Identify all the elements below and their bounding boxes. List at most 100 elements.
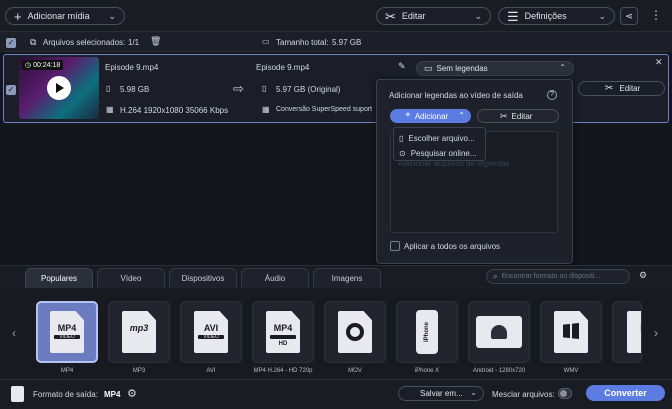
mp4-hd-icon-sub: HD: [278, 341, 288, 347]
tab-audio[interactable]: Áudio: [241, 268, 309, 288]
superspeed-icon: ▦: [262, 105, 270, 114]
settings-label: Definições: [524, 11, 567, 21]
chevron-up-icon: ⌃: [458, 111, 465, 120]
add-media-label: Adicionar mídia: [27, 11, 90, 21]
chevron-up-icon: ⌃: [559, 63, 566, 72]
mp4-icon-sub: VIDEO: [59, 334, 75, 340]
output-filename: Episode 9.mp4: [256, 63, 310, 72]
rename-icon[interactable]: ✎: [398, 61, 406, 72]
format-tile-mov[interactable]: [324, 301, 386, 363]
tab-popular[interactable]: Populares: [25, 268, 93, 288]
plus-icon: +: [405, 110, 411, 121]
iphone-icon-text: iPhone: [423, 321, 430, 343]
format-tile-partial[interactable]: M: [612, 301, 642, 363]
scroll-right-arrow[interactable]: ›: [654, 326, 658, 340]
format-label-wmv: WMV: [563, 368, 579, 374]
format-search-input[interactable]: ⌕ Encontrar formato ou dispositi...: [486, 269, 630, 284]
settings-button[interactable]: ☰ Definições ⌄: [498, 7, 615, 25]
output-settings-icon[interactable]: ⚙: [127, 387, 137, 400]
mp4-icon-text: MP4: [57, 323, 77, 333]
chevron-down-icon: ⌄: [474, 11, 482, 21]
share-icon: ⋖: [625, 10, 633, 21]
wmv-file-icon: [554, 311, 588, 353]
format-tile-mp4-hd[interactable]: MP4 HD: [252, 301, 314, 363]
subtitles-dropdown[interactable]: ▭ Sem legendas ⌃: [416, 61, 574, 76]
menu-button[interactable]: ⋮: [649, 9, 663, 23]
add-media-button[interactable]: + Adicionar mídia ⌄: [5, 7, 125, 25]
total-size-label: Tamanho total:: [276, 38, 329, 47]
output-file-icon: ▯: [262, 84, 267, 93]
remove-file-icon[interactable]: ✕: [655, 57, 663, 68]
format-settings-icon[interactable]: ⚙: [639, 270, 647, 281]
file-icon: ▯: [106, 84, 111, 93]
format-tile-wmv[interactable]: [540, 301, 602, 363]
avi-file-icon: AVI VIDEO: [194, 311, 228, 353]
chevron-down-icon: ⌄: [598, 11, 606, 21]
file-edit-button[interactable]: ✂ Editar: [578, 81, 665, 96]
menu-item-choose-file[interactable]: ▯ Escolher arquivo...: [399, 132, 483, 144]
subtitle-edit-button[interactable]: ✂ Editar: [477, 109, 559, 123]
mp3-icon-text: mp3: [129, 323, 149, 333]
format-label-iphone: iPhone X: [414, 368, 440, 374]
android-icon: [491, 325, 507, 339]
windows-logo-icon: [563, 323, 579, 339]
merge-files-label: Mesclar arquivos:: [492, 390, 555, 399]
format-label-mp3: MP3: [132, 368, 146, 374]
add-subtitle-button[interactable]: + Adicionar ⌃: [390, 109, 471, 123]
edit-toolbar-button[interactable]: ✂ Editar ⌄: [376, 7, 491, 25]
total-size-value: 5.97 GB: [332, 38, 362, 47]
merge-toggle[interactable]: [558, 388, 572, 399]
format-tile-avi[interactable]: AVI VIDEO: [180, 301, 242, 363]
settings-sliders-icon: ☰: [507, 8, 519, 24]
format-tile-android[interactable]: [468, 301, 530, 363]
avi-icon-sub: VIDEO: [203, 334, 219, 340]
format-label-mp4: MP4: [60, 368, 74, 374]
quicktime-icon: [346, 323, 364, 341]
file-checkbox[interactable]: ✓: [6, 85, 16, 95]
edit-toolbar-label: Editar: [401, 11, 426, 21]
output-format-icon: [11, 386, 24, 402]
tab-devices[interactable]: Dispositivos: [169, 268, 237, 288]
source-specs: H.264 1920x1080 35066 Kbps: [120, 106, 229, 115]
format-tile-iphone[interactable]: iPhone: [396, 301, 458, 363]
select-all-checkbox[interactable]: ✓: [6, 38, 16, 48]
iphone-icon: iPhone: [416, 310, 438, 354]
selected-files-label: Arquivos selecionados:: [43, 38, 126, 47]
mov-file-icon: [338, 311, 372, 353]
kebab-menu-icon: ⋮: [650, 8, 662, 22]
duration-badge: ◷ 00:24:18: [22, 60, 64, 70]
source-filename: Episode 9.mp4: [105, 63, 159, 72]
help-icon[interactable]: ?: [547, 90, 557, 100]
tab-video-label: Vídeo: [120, 274, 142, 283]
tab-images[interactable]: Imagens: [313, 268, 381, 288]
format-tile-mp3[interactable]: mp3: [108, 301, 170, 363]
chevron-down-icon: ⌄: [108, 11, 116, 21]
tab-audio-label: Áudio: [264, 274, 286, 283]
save-to-label: Salvar em...: [420, 389, 463, 398]
merge-toggle-knob: [560, 390, 567, 397]
tab-video[interactable]: Vídeo: [97, 268, 165, 288]
subtitles-label: Sem legendas: [436, 64, 488, 73]
convert-button[interactable]: Converter: [586, 385, 665, 401]
file-edit-label: Editar: [619, 84, 641, 93]
format-tile-mp4[interactable]: MP4 VIDEO: [36, 301, 98, 363]
save-to-dropdown[interactable]: Salvar em... ⌄: [398, 386, 484, 401]
play-button[interactable]: [47, 76, 71, 100]
convert-arrow-icon: ⇨: [233, 81, 244, 96]
format-label-avi: AVI: [206, 368, 216, 374]
trash-icon[interactable]: 🗑: [150, 36, 161, 47]
files-icon: ⧉: [30, 37, 37, 47]
plus-icon: +: [14, 8, 22, 24]
menu-item-search-online[interactable]: ⊙ Pesquisar online...: [399, 147, 483, 159]
video-thumbnail[interactable]: ◷ 00:24:18: [19, 57, 99, 119]
chevron-down-icon: ⌄: [470, 388, 477, 397]
format-label-android: Android - 1280x720: [472, 368, 526, 374]
share-button[interactable]: ⋖: [620, 7, 638, 25]
apply-all-checkbox[interactable]: [390, 241, 400, 251]
scroll-left-arrow[interactable]: ‹: [12, 326, 16, 340]
tab-images-label: Imagens: [331, 274, 363, 283]
partial-icon-text: M: [627, 323, 641, 333]
search-icon: ⊙: [399, 148, 406, 158]
android-tablet-icon: [476, 316, 522, 348]
play-icon: [56, 83, 64, 93]
